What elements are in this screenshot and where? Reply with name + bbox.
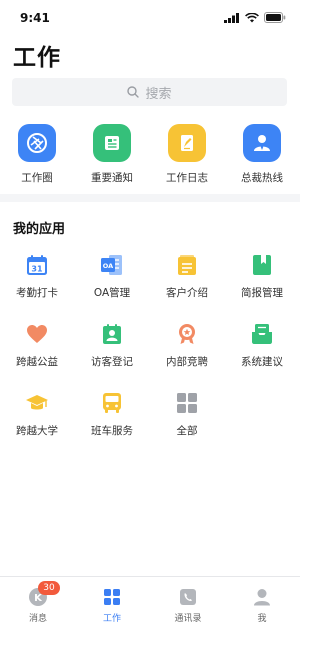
my-apps-title: 我的应用 — [13, 222, 66, 237]
svg-text:K: K — [34, 593, 43, 604]
status-bar: 9:41 — [0, 0, 300, 36]
grid-icon — [175, 391, 199, 415]
work-grid-icon — [102, 587, 122, 607]
quick-action-ceo-hotline[interactable]: 总裁热线 — [227, 124, 297, 185]
search-input[interactable]: 搜索 — [12, 78, 287, 106]
status-icons — [224, 12, 286, 23]
tab-label: 我 — [257, 614, 267, 624]
svg-text:31: 31 — [31, 265, 43, 274]
quick-action-label: 重要通知 — [91, 172, 133, 184]
quick-action-label: 工作圈 — [21, 172, 53, 184]
tab-bar: K 30 消息 工作 通讯录 我 — [0, 576, 300, 650]
app-briefing-management[interactable]: 简报管理 — [227, 253, 297, 300]
app-label: 跨越公益 — [16, 356, 58, 368]
app-label: 客户介绍 — [166, 287, 208, 299]
bus-icon — [100, 391, 124, 415]
wifi-icon — [245, 12, 259, 22]
app-visitor-registration[interactable]: 访客登记 — [77, 322, 147, 369]
graduation-cap-icon — [25, 391, 49, 415]
app-all[interactable]: 全部 — [152, 391, 222, 438]
tab-label: 通讯录 — [174, 614, 202, 624]
calendar-31-icon: 31 — [25, 253, 49, 277]
app-label: 访客登记 — [91, 356, 133, 368]
app-label: 全部 — [176, 425, 198, 437]
page-title: 工作 — [13, 45, 61, 71]
app-attendance[interactable]: 31 考勤打卡 — [2, 253, 72, 300]
search-icon — [127, 86, 140, 98]
battery-icon — [264, 12, 286, 23]
medal-icon — [175, 322, 199, 346]
quick-action-important-notice[interactable]: 重要通知 — [77, 124, 147, 185]
heart-icon — [25, 322, 49, 346]
tab-contacts[interactable]: 通讯录 — [158, 587, 218, 624]
inbox-icon — [250, 322, 274, 346]
quick-action-label: 总裁热线 — [241, 172, 283, 184]
quick-action-work-log[interactable]: 工作日志 — [152, 124, 222, 185]
tab-me[interactable]: 我 — [232, 587, 292, 624]
app-label: 跨越大学 — [16, 425, 58, 437]
svg-text:OA: OA — [103, 262, 113, 270]
app-label: 系统建议 — [241, 356, 283, 368]
app-customer-intro[interactable]: 客户介绍 — [152, 253, 222, 300]
status-time: 9:41 — [20, 11, 50, 25]
tab-label: 工作 — [102, 614, 121, 624]
quick-action-label: 工作日志 — [166, 172, 208, 184]
app-charity[interactable]: 跨越公益 — [2, 322, 72, 369]
tab-messages[interactable]: K 30 消息 — [8, 581, 68, 624]
messages-icon: K 30 — [28, 581, 60, 607]
pen-note-icon — [168, 124, 206, 162]
app-label: 内部竞聘 — [166, 356, 208, 368]
app-label: 班车服务 — [91, 425, 133, 437]
tab-work[interactable]: 工作 — [82, 587, 142, 624]
app-label: 简报管理 — [241, 287, 283, 299]
app-label: OA管理 — [93, 287, 131, 299]
app-label: 考勤打卡 — [16, 287, 58, 299]
search-placeholder: 搜索 — [145, 86, 172, 102]
person-icon — [252, 587, 272, 607]
signal-icon — [224, 12, 239, 23]
clipboard-icon — [175, 253, 199, 277]
person-tie-icon — [243, 124, 281, 162]
document-icon — [93, 124, 131, 162]
bookmark-book-icon — [250, 253, 274, 277]
unread-badge: 30 — [38, 581, 60, 595]
app-university[interactable]: 跨越大学 — [2, 391, 72, 438]
phonebook-icon — [178, 587, 198, 607]
quick-action-work-circle[interactable]: 工作圈 — [2, 124, 72, 185]
aperture-icon — [18, 124, 56, 162]
quick-actions: 工作圈 重要通知 工作日志 总裁热线 — [0, 124, 300, 184]
app-internal-recruitment[interactable]: 内部竞聘 — [152, 322, 222, 369]
tab-label: 消息 — [28, 614, 47, 624]
app-shuttle-service[interactable]: 班车服务 — [77, 391, 147, 438]
app-oa-management[interactable]: OA OA管理 — [77, 253, 147, 300]
section-divider — [0, 194, 300, 202]
visitor-badge-icon — [100, 322, 124, 346]
oa-icon: OA — [100, 253, 124, 277]
app-system-suggestions[interactable]: 系统建议 — [227, 322, 297, 369]
